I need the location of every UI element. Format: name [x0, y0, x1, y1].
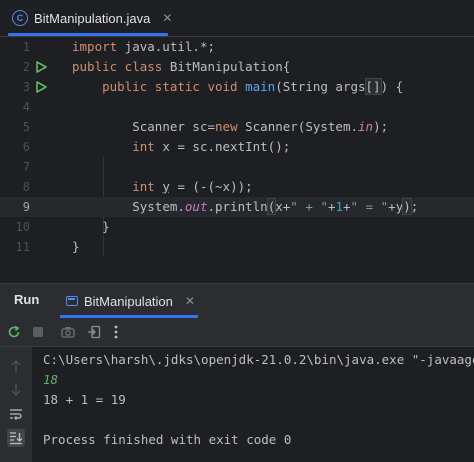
code-text: +y	[388, 199, 404, 214]
code-text: x+	[275, 199, 291, 214]
more-options-icon[interactable]	[108, 324, 124, 340]
code-line[interactable]: 1 import java.util.*;	[0, 37, 474, 57]
console-command-line: C:\Users\harsh\.jdks\openjdk-21.0.2\bin\…	[43, 352, 474, 367]
code-text: ;	[410, 199, 419, 214]
console-program-output: 18 + 1 = 19	[43, 392, 126, 407]
line-number: 8	[22, 180, 30, 194]
line-number: 1	[22, 40, 30, 54]
line-number: 2	[22, 60, 30, 74]
editor-tab-label: BitManipulation.java	[34, 10, 151, 26]
method-name: main	[245, 79, 276, 94]
keyword: int	[132, 179, 155, 194]
code-line[interactable]: 2 public class BitManipulation{	[0, 57, 474, 77]
code-text: System.	[132, 199, 185, 214]
code-line[interactable]: 5 Scanner sc=new Scanner(System.in);	[0, 117, 474, 137]
line-number: 3	[22, 80, 30, 94]
line-number: 10	[15, 220, 30, 234]
run-tab-label: BitManipulation	[84, 293, 173, 309]
code-line[interactable]: 6 int x = sc.nextInt();	[0, 137, 474, 157]
line-number: 11	[15, 240, 30, 254]
line-number: 5	[22, 120, 30, 134]
code-line[interactable]: 7	[0, 157, 474, 177]
arrow-down-icon[interactable]	[7, 381, 25, 399]
code-text: = (-(~x));	[169, 179, 253, 194]
active-tab-indicator	[8, 33, 168, 36]
close-icon[interactable]: ✕	[185, 294, 195, 308]
code-text: .println	[207, 199, 268, 214]
line-number: 6	[22, 140, 30, 154]
console-icon	[66, 296, 78, 306]
console-user-input: 18	[43, 372, 59, 387]
code-text: Scanner(System.	[237, 119, 359, 134]
line-number: 9	[22, 200, 30, 214]
keyword: public class	[72, 59, 163, 74]
code-text: java.util.*;	[117, 39, 215, 54]
code-editor[interactable]: 1 import java.util.*; 2 public class Bit…	[0, 37, 474, 280]
run-toolbar	[0, 318, 474, 347]
exit-icon[interactable]	[86, 324, 102, 340]
console-exit-message: Process finished with exit code 0	[43, 432, 292, 447]
code-line-current[interactable]: 9 System.out.println(x+" + "+1+" = "+y);	[0, 197, 474, 217]
editor-tab-bar: C BitManipulation.java ✕	[0, 0, 474, 37]
static-field: out	[184, 199, 208, 214]
bracket-highlight: )	[402, 198, 412, 215]
keyword: import	[72, 39, 118, 54]
code-line[interactable]: 8 int y = (-(~x));	[0, 177, 474, 197]
console-output[interactable]: C:\Users\harsh\.jdks\openjdk-21.0.2\bin\…	[32, 347, 474, 462]
code-text: Scanner sc=	[132, 119, 216, 134]
keyword: int	[132, 139, 155, 154]
keyword: new	[215, 119, 238, 134]
string-literal: " + "	[290, 199, 328, 214]
stop-icon[interactable]	[30, 324, 46, 340]
bracket-highlight: []	[364, 78, 382, 95]
rerun-icon[interactable]	[6, 324, 22, 340]
keyword: public static void	[102, 79, 238, 94]
code-text: }	[72, 239, 80, 254]
run-tab-bitmanipulation[interactable]: BitManipulation ✕	[60, 288, 201, 314]
code-text: ) {	[380, 79, 404, 94]
number-literal: 1	[335, 199, 343, 214]
line-number: 7	[22, 160, 30, 174]
string-literal: " = "	[350, 199, 389, 214]
code-text: (String args	[275, 79, 366, 94]
close-icon[interactable]: ✕	[162, 11, 172, 25]
console-side-toolbar	[0, 347, 32, 462]
code-line[interactable]: 4	[0, 97, 474, 117]
variable-y: y	[162, 179, 170, 194]
run-panel-title: Run	[14, 292, 40, 307]
camera-icon[interactable]	[60, 324, 76, 340]
code-line[interactable]: 3 public static void main(String args[])…	[0, 77, 474, 97]
line-number: 4	[22, 100, 30, 114]
scroll-to-end-icon[interactable]	[7, 429, 25, 447]
run-tool-window-header: Run BitManipulation ✕	[0, 283, 474, 318]
java-class-icon: C	[12, 10, 28, 26]
code-text: +	[343, 199, 351, 214]
soft-wrap-icon[interactable]	[7, 405, 25, 423]
arrow-up-icon[interactable]	[7, 357, 25, 375]
code-line[interactable]: 11 }	[0, 237, 474, 257]
code-text: }	[102, 219, 110, 234]
code-line[interactable]: 10 }	[0, 217, 474, 237]
editor-tab-bitmanipulation[interactable]: C BitManipulation.java ✕	[6, 4, 178, 32]
run-class-icon[interactable]	[35, 61, 47, 73]
code-text: x = sc.nextInt();	[154, 139, 291, 154]
code-text: BitManipulation{	[162, 59, 291, 74]
static-field: in	[358, 119, 374, 134]
run-main-icon[interactable]	[35, 81, 47, 93]
code-text: );	[373, 119, 389, 134]
